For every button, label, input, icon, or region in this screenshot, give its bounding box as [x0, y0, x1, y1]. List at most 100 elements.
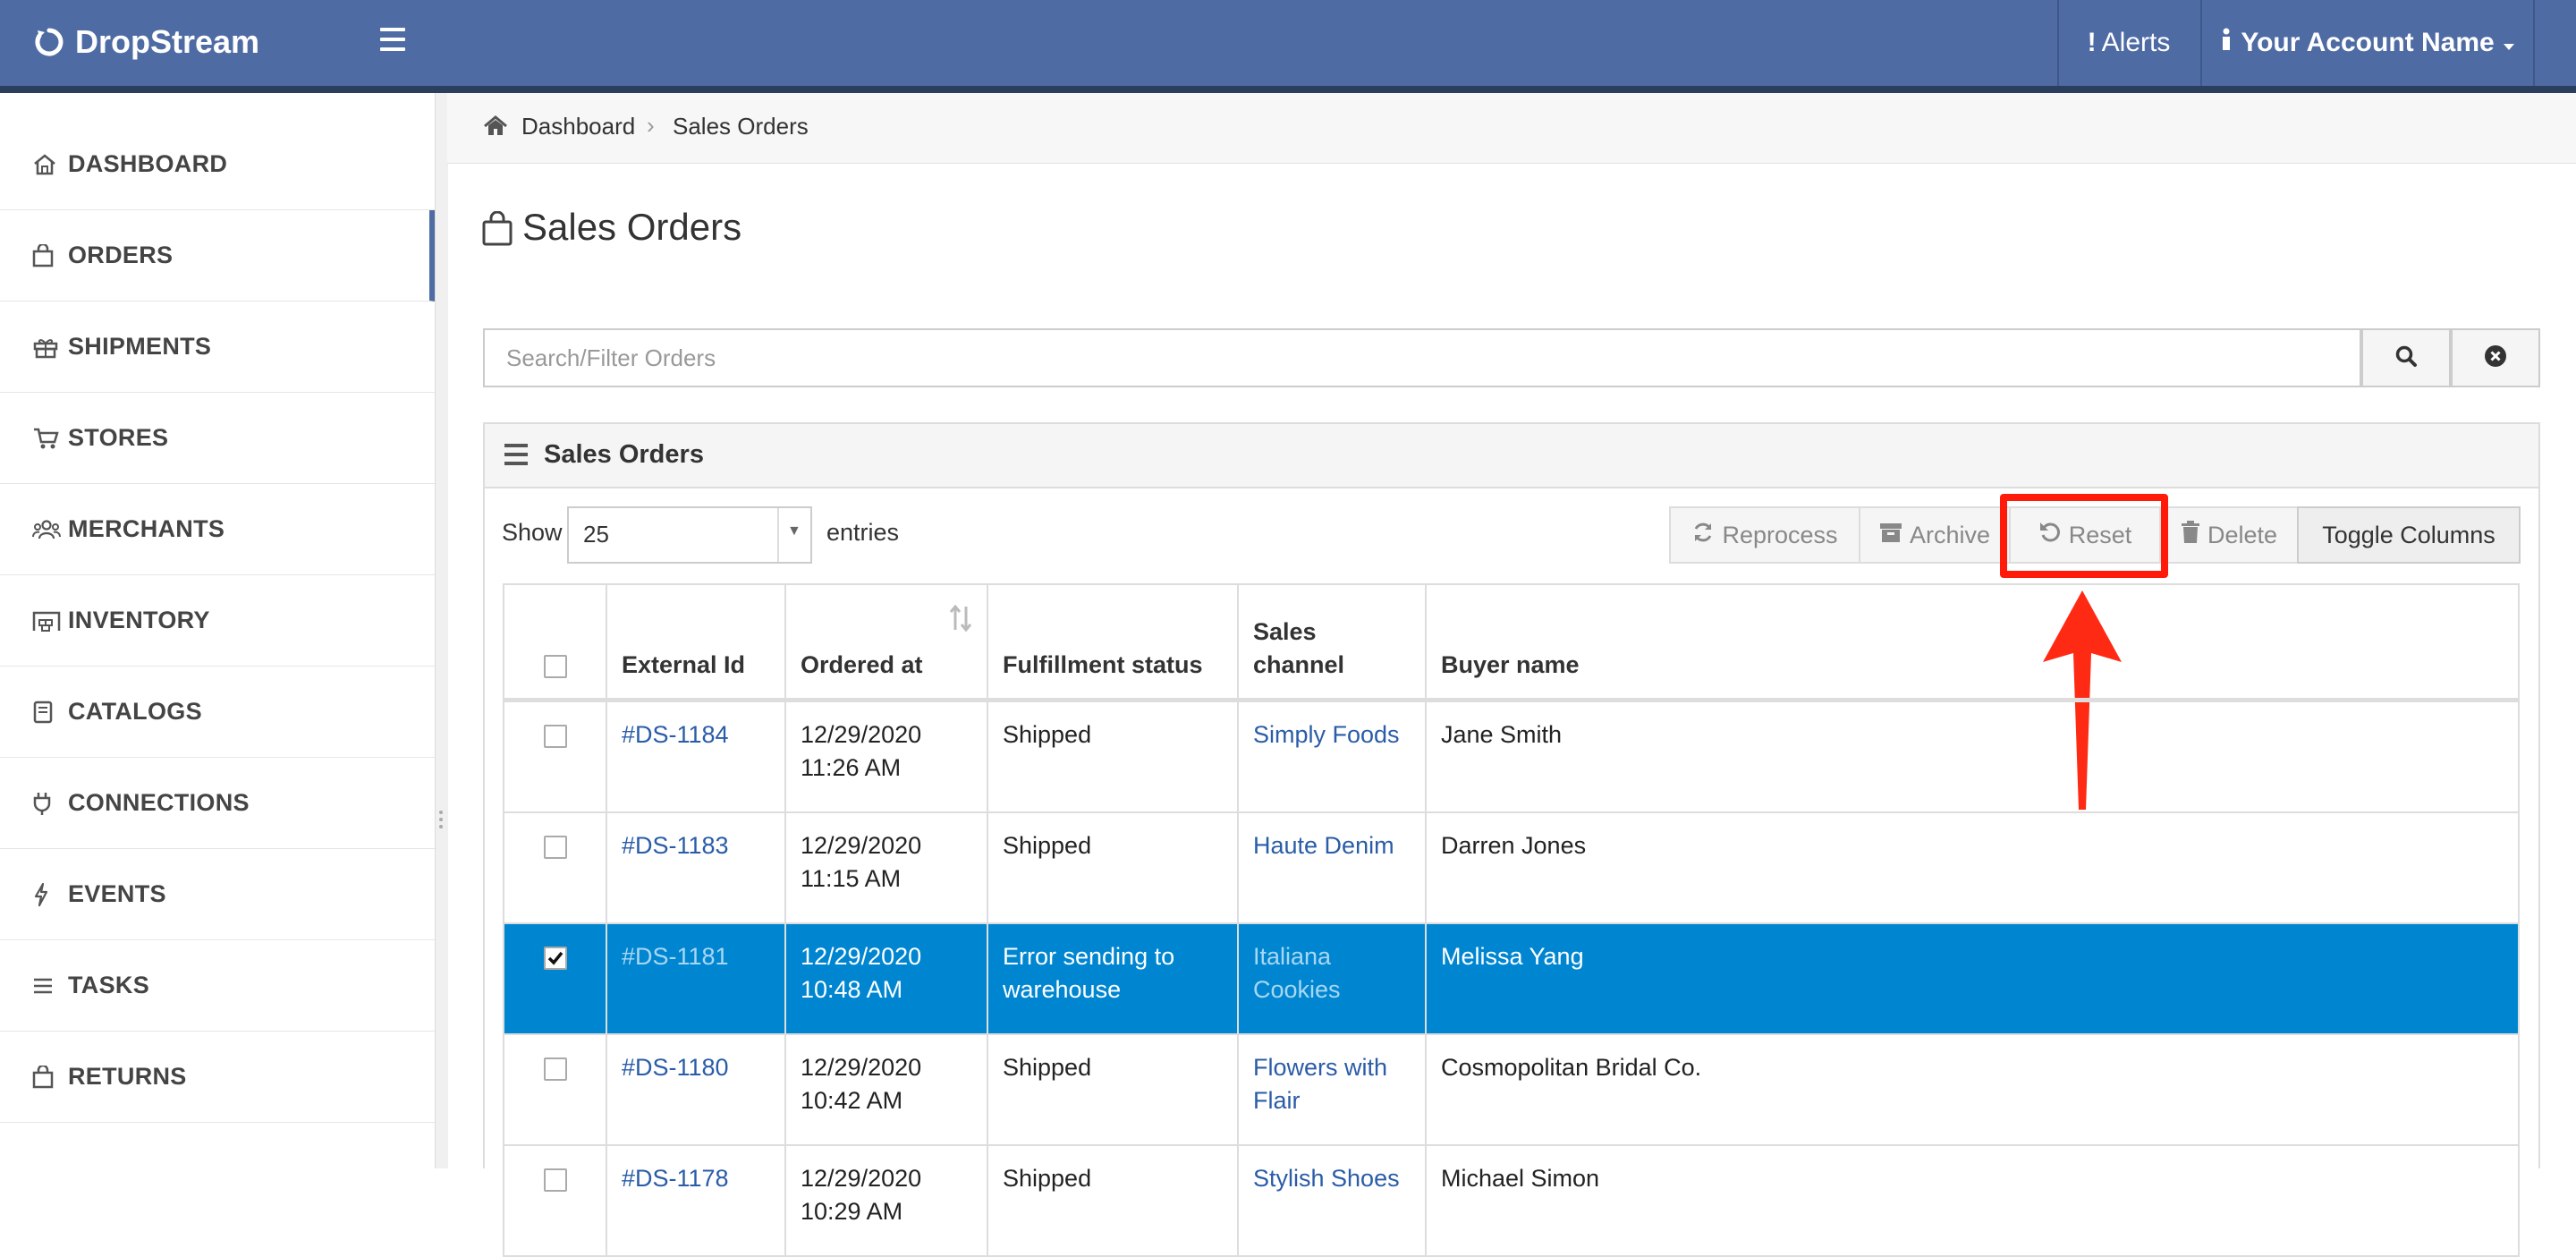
external-id-cell: #DS-1180: [606, 1034, 786, 1146]
sidebar-item-label: CATALOGS: [68, 698, 202, 725]
order-date: 12/29/2020: [801, 1054, 922, 1081]
sales-channel-link[interactable]: Stylish Shoes: [1253, 1165, 1400, 1192]
alerts-link[interactable]: ! Alerts: [2057, 0, 2200, 86]
column-header-fulfillment-status[interactable]: Fulfillment status: [987, 583, 1239, 702]
column-header-ordered-at[interactable]: Ordered at: [785, 583, 988, 702]
shopping-bag-icon: [32, 1065, 68, 1089]
order-link[interactable]: #DS-1178: [622, 1165, 729, 1192]
sidebar-item-label: EVENTS: [68, 880, 166, 907]
sales-channel-link[interactable]: Simply Foods: [1253, 721, 1400, 748]
table-row[interactable]: #DS-1178 12/29/2020 10:29 AM Shipped Styl…: [503, 1145, 2520, 1257]
delete-label: Delete: [2207, 521, 2278, 548]
table-header-row: External Id Ordered at Fulfillment statu…: [503, 583, 2520, 702]
sidebar-item-label: ORDERS: [68, 242, 174, 268]
order-time: 10:48 AM: [801, 976, 903, 1003]
sidebar-item-events[interactable]: EVENTS: [0, 849, 435, 940]
sales-channel-link[interactable]: Italiana Cookies: [1253, 943, 1341, 1003]
archive-icon: [1879, 522, 1902, 549]
search-icon: [2394, 344, 2418, 372]
external-id-cell: #DS-1183: [606, 812, 786, 924]
ordered-at-cell: 12/29/2020 10:29 AM: [785, 1145, 988, 1257]
archive-button[interactable]: Archive: [1859, 506, 2011, 564]
archive-label: Archive: [1909, 521, 1991, 548]
sidebar-item-label: RETURNS: [68, 1063, 187, 1090]
buyer-name-cell: Cosmopolitan Bridal Co.: [1426, 1034, 2520, 1146]
table-row[interactable]: #DS-1183 12/29/2020 11:15 AM Shipped Haut…: [503, 812, 2520, 924]
sales-channel-cell: Haute Denim: [1238, 812, 1427, 924]
sidebar-item-orders[interactable]: ORDERS: [0, 210, 435, 302]
sidebar-item-dashboard[interactable]: DASHBOARD: [0, 119, 435, 210]
brand-name[interactable]: DropStream: [75, 23, 259, 61]
gift-icon: [32, 335, 68, 359]
panel-header: [485, 424, 2538, 488]
header-divider: [2533, 0, 2535, 86]
row-checkbox-checked[interactable]: [543, 946, 567, 970]
plug-icon: [32, 791, 68, 816]
column-header-external-id[interactable]: External Id: [606, 583, 786, 702]
select-all-checkbox[interactable]: [543, 654, 567, 678]
sidebar-item-stores[interactable]: STORES: [0, 393, 435, 484]
sales-channel-cell: Simply Foods: [1238, 700, 1427, 813]
caret-down-icon[interactable]: ▼: [787, 523, 801, 539]
sidebar-resize-handle[interactable]: [435, 93, 448, 1168]
table-row-selected[interactable]: #DS-1181 12/29/2020 10:48 AM Error sendin…: [503, 923, 2520, 1035]
order-link[interactable]: #DS-1184: [622, 721, 729, 748]
row-checkbox[interactable]: [543, 1168, 567, 1192]
sidebar-item-merchants[interactable]: MERCHANTS: [0, 484, 435, 575]
reprocess-button[interactable]: Reprocess: [1669, 506, 1860, 564]
row-checkbox[interactable]: [543, 835, 567, 859]
order-link[interactable]: #DS-1181: [622, 943, 729, 970]
home-icon: [32, 153, 68, 176]
toggle-columns-button[interactable]: Toggle Columns: [2297, 506, 2521, 564]
buyer-name-cell: Darren Jones: [1426, 812, 2520, 924]
sidebar-item-connections[interactable]: CONNECTIONS: [0, 758, 435, 849]
sales-channel-link[interactable]: Haute Denim: [1253, 832, 1394, 859]
breadcrumb-dashboard-link[interactable]: Dashboard: [521, 113, 635, 140]
account-name: Your Account Name: [2241, 28, 2495, 57]
order-time: 10:29 AM: [801, 1198, 903, 1225]
sidebar-item-shipments[interactable]: SHIPMENTS: [0, 302, 435, 393]
chevron-right-icon: ›: [647, 112, 655, 139]
order-link[interactable]: #DS-1183: [622, 832, 729, 859]
trash-icon: [2181, 520, 2200, 550]
close-circle-icon: [2484, 344, 2507, 372]
grip-icon[interactable]: [438, 810, 444, 834]
refresh-icon: [1691, 521, 1715, 550]
menu-toggle-icon[interactable]: [380, 28, 405, 53]
order-date: 12/29/2020: [801, 1165, 922, 1192]
row-checkbox[interactable]: [543, 1057, 567, 1081]
sales-channel-link[interactable]: Flowers with Flair: [1253, 1054, 1387, 1114]
select-all-header: [503, 583, 607, 702]
logo-icon: [34, 27, 64, 62]
warehouse-icon: [32, 609, 68, 633]
order-link[interactable]: #DS-1180: [622, 1054, 729, 1081]
account-dropdown[interactable]: Your Account Name: [2202, 0, 2533, 86]
buyer-name-cell: Melissa Yang: [1426, 923, 2520, 1035]
sort-icon[interactable]: [949, 604, 972, 641]
row-select-cell: [503, 700, 607, 813]
fulfillment-status-cell: Shipped: [987, 700, 1239, 813]
order-date: 12/29/2020: [801, 721, 922, 748]
sidebar-item-label: CONNECTIONS: [68, 789, 250, 816]
home-icon[interactable]: [483, 115, 508, 141]
search-button[interactable]: [2361, 328, 2451, 387]
sales-channel-cell: Flowers with Flair: [1238, 1034, 1427, 1146]
orders-table: External Id Ordered at Fulfillment statu…: [503, 583, 2520, 1257]
sidebar-item-returns[interactable]: RETURNS: [0, 1032, 435, 1123]
page-title: Sales Orders: [522, 206, 742, 248]
delete-button[interactable]: Delete: [2159, 506, 2299, 564]
column-label: Ordered at: [801, 651, 923, 678]
sidebar-item-inventory[interactable]: INVENTORY: [0, 575, 435, 667]
row-checkbox[interactable]: [543, 724, 567, 748]
cart-icon: [32, 427, 68, 450]
list-icon: [32, 976, 68, 996]
table-row[interactable]: #DS-1184 12/29/2020 11:26 AM Shipped Simp…: [503, 700, 2520, 813]
column-header-buyer-name[interactable]: Buyer name: [1426, 583, 2520, 702]
sidebar-item-tasks[interactable]: TASKS: [0, 940, 435, 1032]
breadcrumb-current: Sales Orders: [673, 113, 809, 140]
table-row[interactable]: #DS-1180 12/29/2020 10:42 AM Shipped Flow…: [503, 1034, 2520, 1146]
column-header-sales-channel[interactable]: Sales channel: [1238, 583, 1427, 702]
clear-search-button[interactable]: [2451, 328, 2540, 387]
sidebar-item-catalogs[interactable]: CATALOGS: [0, 667, 435, 758]
search-input[interactable]: [483, 328, 2361, 387]
